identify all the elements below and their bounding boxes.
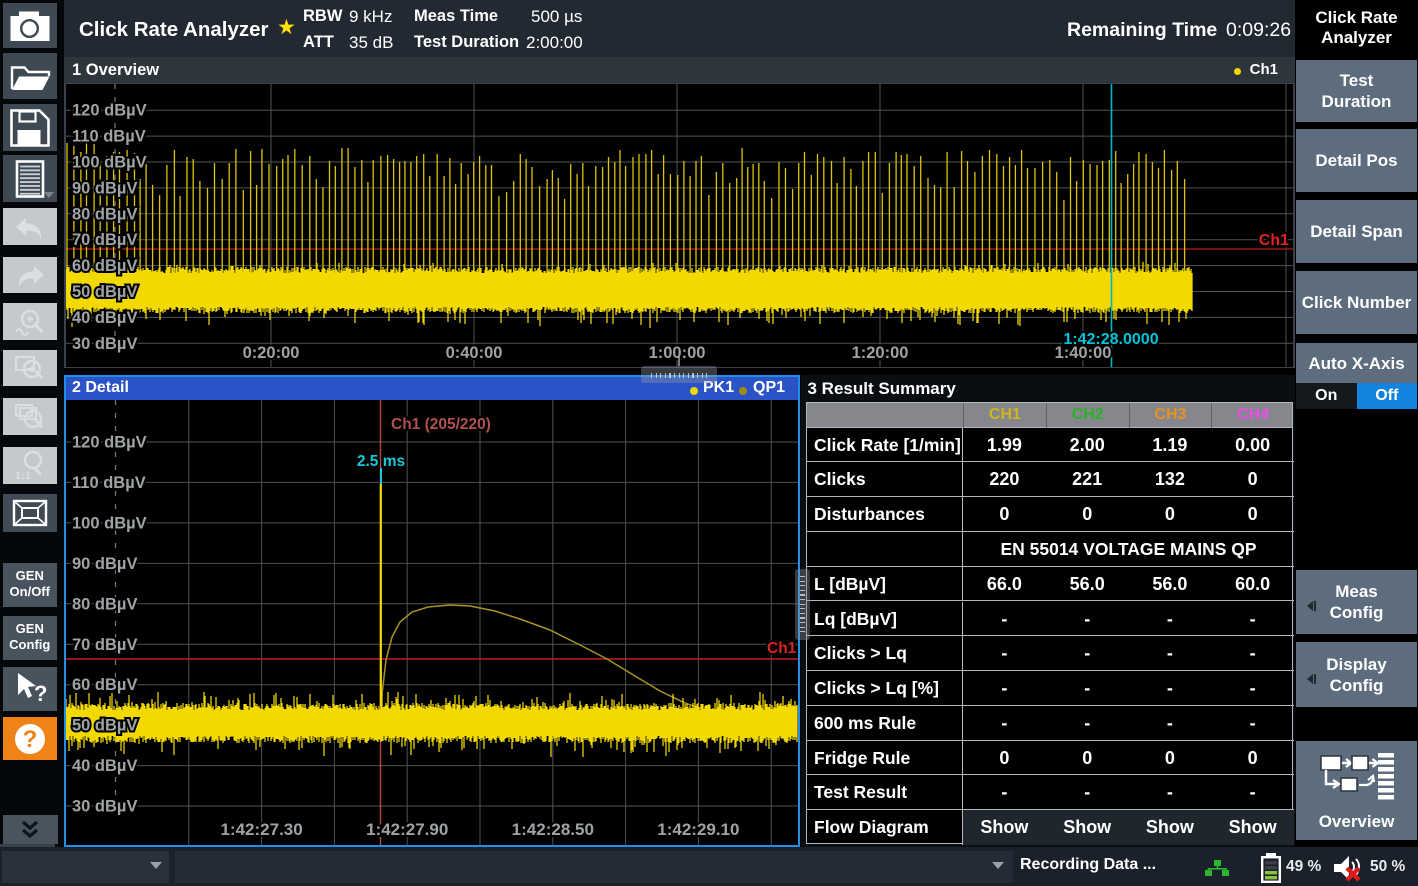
- svg-text:100 dBµV: 100 dBµV: [72, 154, 147, 172]
- svg-text:70 dBµV: 70 dBµV: [72, 636, 137, 654]
- svg-text:1:42:27.90: 1:42:27.90: [366, 820, 448, 839]
- svg-text:100 dBµV: 100 dBµV: [72, 514, 147, 532]
- svg-text:1:20:00: 1:20:00: [852, 344, 909, 362]
- svg-text:1:42:28.50: 1:42:28.50: [512, 820, 594, 839]
- svg-text:1:1: 1:1: [15, 470, 31, 482]
- svg-text:?: ?: [22, 726, 37, 753]
- svg-text:110 dBµV: 110 dBµV: [72, 128, 146, 146]
- svg-text:120 dBµV: 120 dBµV: [72, 434, 147, 452]
- svg-text:?: ?: [34, 681, 47, 706]
- svg-text:Ch1: Ch1: [1259, 232, 1289, 249]
- svg-text:90 dBµV: 90 dBµV: [72, 555, 137, 573]
- svg-text:50 dBµV: 50 dBµV: [72, 717, 137, 735]
- svg-text:Ch1 (205/220): Ch1 (205/220): [391, 416, 491, 433]
- svg-text:60 dBµV: 60 dBµV: [72, 676, 137, 694]
- svg-text:60 dBµV: 60 dBµV: [72, 257, 137, 275]
- svg-text:30 dBµV: 30 dBµV: [72, 335, 137, 353]
- svg-text:120 dBµV: 120 dBµV: [72, 102, 147, 120]
- svg-text:1:42:28.0000: 1:42:28.0000: [1063, 331, 1158, 348]
- svg-text:80 dBµV: 80 dBµV: [72, 595, 137, 613]
- svg-text:1:42:27.30: 1:42:27.30: [220, 820, 302, 839]
- svg-text:70 dBµV: 70 dBµV: [72, 231, 137, 249]
- svg-text:2.5 ms: 2.5 ms: [357, 453, 405, 470]
- svg-text:90 dBµV: 90 dBµV: [72, 179, 137, 197]
- svg-text:Ch1: Ch1: [767, 640, 797, 657]
- svg-text:1:00:00: 1:00:00: [649, 344, 706, 362]
- svg-text:30 dBµV: 30 dBµV: [72, 798, 137, 816]
- svg-text:1:42:29.10: 1:42:29.10: [657, 820, 739, 839]
- svg-text:40 dBµV: 40 dBµV: [72, 757, 137, 775]
- svg-text:80 dBµV: 80 dBµV: [72, 205, 137, 223]
- svg-text:40 dBµV: 40 dBµV: [72, 309, 137, 327]
- svg-text:0:20:00: 0:20:00: [243, 344, 300, 362]
- svg-text:50 dBµV: 50 dBµV: [72, 283, 137, 301]
- svg-text:110 dBµV: 110 dBµV: [72, 474, 146, 492]
- svg-text:0:40:00: 0:40:00: [446, 344, 503, 362]
